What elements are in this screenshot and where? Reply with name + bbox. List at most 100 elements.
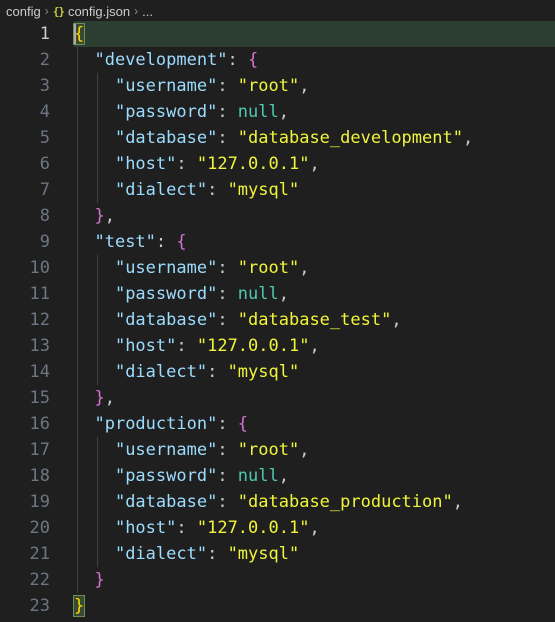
token-punc: , (299, 258, 310, 278)
token-punc: , (104, 206, 115, 226)
line-content[interactable]: "dialect": "mysql" (74, 177, 555, 203)
token-key: "database" (114, 128, 218, 148)
code-area[interactable]: 1{2 "development": {3 "username": "root"… (0, 21, 555, 619)
line-content[interactable]: "production": { (74, 411, 555, 437)
code-text: "database": "database_development", (74, 125, 473, 151)
token-str: "database_development" (237, 128, 463, 148)
code-line[interactable]: 3 "username": "root", (0, 73, 555, 99)
token-key: "production" (94, 414, 218, 434)
line-number: 16 (29, 414, 50, 434)
line-content[interactable]: "dialect": "mysql" (74, 359, 555, 385)
code-line[interactable]: 6 "host": "127.0.0.1", (0, 151, 555, 177)
code-line[interactable]: 19 "database": "database_production", (0, 489, 555, 515)
line-number: 23 (29, 596, 50, 616)
breadcrumb-file[interactable]: config.json (68, 4, 130, 19)
code-line[interactable]: 23} (0, 593, 555, 619)
line-content[interactable]: "password": null, (74, 99, 555, 125)
code-line[interactable]: 1{ (0, 21, 555, 47)
token-punc: , (462, 128, 474, 148)
token-b1: } (72, 595, 86, 617)
line-content[interactable]: "host": "127.0.0.1", (74, 151, 555, 177)
line-number: 11 (29, 284, 50, 304)
line-content[interactable]: "password": null, (74, 281, 555, 307)
line-content[interactable]: }, (74, 385, 555, 411)
line-content[interactable]: "host": "127.0.0.1", (74, 515, 555, 541)
code-text: "username": "root", (74, 437, 310, 463)
chevron-right-icon: › (44, 4, 49, 18)
code-text: "production": { (74, 411, 248, 437)
code-line[interactable]: 2 "development": { (0, 47, 555, 73)
code-line[interactable]: 18 "password": null, (0, 463, 555, 489)
token-punc: , (278, 284, 289, 304)
line-content[interactable]: } (74, 567, 555, 593)
line-number: 15 (29, 388, 50, 408)
code-text: "host": "127.0.0.1", (74, 151, 320, 177)
code-line[interactable]: 11 "password": null, (0, 281, 555, 307)
line-number: 18 (29, 466, 50, 486)
code-line[interactable]: 22 } (0, 567, 555, 593)
code-line[interactable]: 4 "password": null, (0, 99, 555, 125)
token-str: "127.0.0.1" (196, 518, 310, 538)
token-str: "127.0.0.1" (196, 336, 310, 356)
code-text: "dialect": "mysql" (74, 541, 299, 567)
code-text: "username": "root", (74, 73, 310, 99)
code-line[interactable]: 5 "database": "database_development", (0, 125, 555, 151)
code-line[interactable]: 8 }, (0, 203, 555, 229)
token-str: "database_test" (237, 310, 392, 330)
line-content[interactable]: "database": "database_production", (74, 489, 555, 515)
code-line[interactable]: 17 "username": "root", (0, 437, 555, 463)
token-punc: , (299, 440, 310, 460)
line-content[interactable]: "database": "database_test", (74, 307, 555, 333)
token-punc: : (207, 180, 228, 200)
code-line[interactable]: 21 "dialect": "mysql" (0, 541, 555, 567)
code-line[interactable]: 14 "dialect": "mysql" (0, 359, 555, 385)
line-content[interactable]: "username": "root", (74, 437, 555, 463)
code-line[interactable]: 15 }, (0, 385, 555, 411)
breadcrumb-more[interactable]: ... (142, 4, 153, 19)
code-line[interactable]: 16 "production": { (0, 411, 555, 437)
token-punc: : (217, 440, 238, 460)
line-content[interactable]: }, (74, 203, 555, 229)
token-punc: , (278, 466, 289, 486)
code-line[interactable]: 20 "host": "127.0.0.1", (0, 515, 555, 541)
token-str: "mysql" (227, 180, 300, 200)
line-number: 22 (29, 570, 50, 590)
code-text: "dialect": "mysql" (74, 177, 299, 203)
token-null: null (237, 466, 279, 486)
line-content[interactable]: "password": null, (74, 463, 555, 489)
code-line[interactable]: 10 "username": "root", (0, 255, 555, 281)
token-null: null (237, 284, 279, 304)
code-text: "host": "127.0.0.1", (74, 333, 320, 359)
line-content[interactable]: } (72, 593, 555, 619)
breadcrumb-folder[interactable]: config (6, 4, 41, 19)
token-punc: : (217, 258, 238, 278)
line-content[interactable]: "development": { (74, 47, 555, 73)
code-line[interactable]: 7 "dialect": "mysql" (0, 177, 555, 203)
code-text: "database": "database_production", (74, 489, 463, 515)
token-key: "dialect" (114, 180, 208, 200)
token-key: "development" (94, 50, 228, 70)
line-content[interactable]: "dialect": "mysql" (74, 541, 555, 567)
token-str: "mysql" (227, 362, 300, 382)
line-content[interactable]: "database": "database_development", (74, 125, 555, 151)
line-content[interactable]: "username": "root", (74, 255, 555, 281)
token-b2: } (94, 388, 105, 408)
line-content[interactable]: "username": "root", (74, 73, 555, 99)
code-text: "database": "database_test", (74, 307, 402, 333)
line-content[interactable]: "test": { (74, 229, 555, 255)
chevron-right-icon: › (134, 4, 139, 18)
token-punc: , (309, 518, 320, 538)
line-number: 12 (29, 310, 50, 330)
token-punc: : (217, 76, 238, 96)
code-line[interactable]: 12 "database": "database_test", (0, 307, 555, 333)
token-key: "username" (114, 440, 218, 460)
token-punc: : (176, 336, 197, 356)
token-key: "password" (114, 284, 218, 304)
line-content[interactable]: "host": "127.0.0.1", (74, 333, 555, 359)
token-punc: : (176, 154, 197, 174)
code-line[interactable]: 13 "host": "127.0.0.1", (0, 333, 555, 359)
line-content[interactable]: { (72, 21, 555, 47)
code-editor[interactable]: config › {} config.json › ... 1{2 "devel… (0, 0, 555, 622)
token-key: "host" (114, 336, 177, 356)
code-line[interactable]: 9 "test": { (0, 229, 555, 255)
